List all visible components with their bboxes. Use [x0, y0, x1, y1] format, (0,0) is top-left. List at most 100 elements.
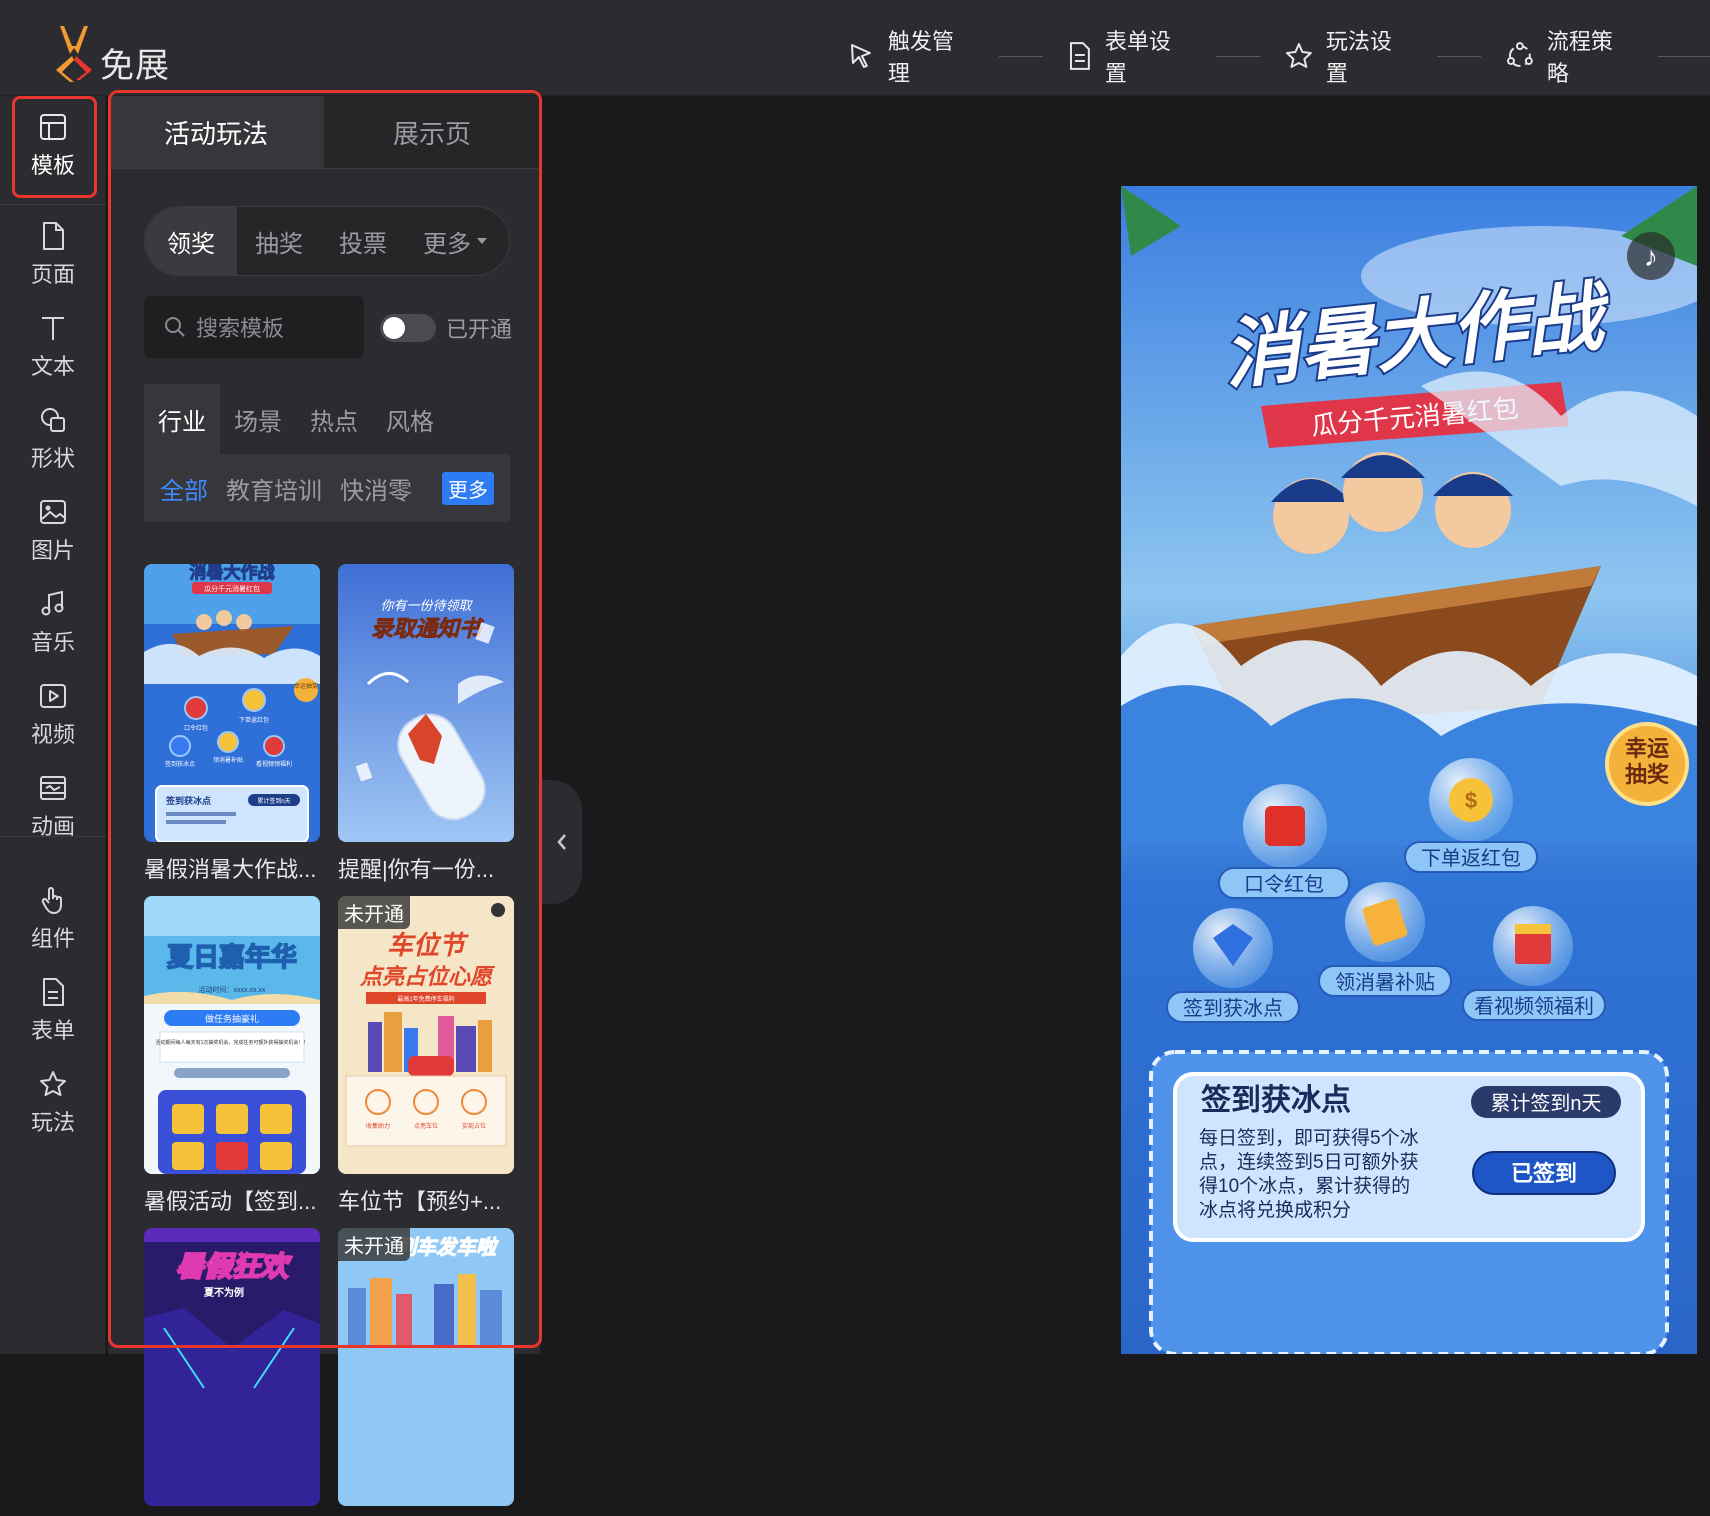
- rail-item-shape[interactable]: 形状: [0, 394, 106, 484]
- thumb-item: 领消暑补贴: [213, 756, 243, 764]
- thumb-item: 签到获冰点: [165, 760, 195, 768]
- video-icon: [40, 684, 66, 708]
- tab-scene[interactable]: 场景: [220, 384, 296, 454]
- step-form[interactable]: 表单设置: [1067, 24, 1192, 88]
- rail-label: 形状: [30, 446, 75, 471]
- toggle-label: 已开通: [446, 317, 513, 342]
- template-card[interactable]: 你有一份待领取 录取通知书 提醒|你有一份...: [338, 564, 514, 884]
- rail-item-gameplay[interactable]: 玩法: [0, 1058, 106, 1148]
- item-label: 领消暑补贴: [1335, 971, 1435, 994]
- tab-hot[interactable]: 热点: [296, 384, 372, 454]
- rail-label: 音乐: [30, 630, 75, 655]
- page-preview[interactable]: ♪ 消暑大作战 瓜分千元消暑红包 幸运抽奖 口令红包 $ 下单返红包 签到获冰点…: [1121, 186, 1697, 1354]
- thumb-step: 实现占位: [462, 1122, 486, 1130]
- rabbit-logo-icon: [56, 25, 92, 82]
- segment-lottery[interactable]: 抽奖: [237, 207, 321, 275]
- template-title: 暑假消暑大作战...: [144, 857, 317, 882]
- tab-activity[interactable]: 活动玩法: [108, 96, 324, 168]
- panel-tabs: 活动玩法 展示页: [108, 96, 540, 168]
- summer-carnival-thumbnail: 夏日嘉年华 活动时间：xxxx.xx.xx 做任务抽豪礼 活动期间每人每天有1次…: [144, 896, 320, 1174]
- rail-label: 图片: [30, 538, 75, 563]
- thumb-step: 点亮车位: [414, 1122, 438, 1130]
- step-label: 触发管理: [887, 29, 954, 86]
- item-label: 签到获冰点: [1183, 997, 1283, 1020]
- rail-item-music[interactable]: 音乐: [0, 578, 106, 668]
- thumb-step: 收集助力: [366, 1122, 390, 1130]
- segment-claim[interactable]: 领奖: [145, 207, 237, 275]
- thumb-card-badge: 累计签到n天: [257, 797, 290, 805]
- tab-industry[interactable]: 行业: [144, 384, 220, 454]
- subcategory-more-button[interactable]: 更多: [442, 472, 494, 505]
- rail-label: 文本: [30, 354, 75, 379]
- segment-more[interactable]: 更多: [405, 207, 505, 275]
- animation-icon: [40, 776, 66, 800]
- search-input[interactable]: 搜索模板: [144, 296, 364, 358]
- chevron-left-icon: [557, 834, 566, 850]
- thumb-ribbon: 最高1年免费停车福利: [397, 995, 454, 1003]
- active-rail-highlight: [12, 96, 97, 198]
- rail-label: 组件: [30, 926, 75, 951]
- thumb-item: 看视频领福利: [256, 760, 292, 768]
- form-icon: [43, 978, 64, 1006]
- subcategory-all[interactable]: 全部: [160, 471, 208, 506]
- thumb-desc: 活动期间每人每天有1次抽奖机会，完成任务可额外获得抽奖机会！！: [156, 1039, 309, 1046]
- rail-item-animation[interactable]: 动画: [0, 762, 106, 852]
- rail-item-form[interactable]: 表单: [0, 966, 106, 1056]
- thumb-subtitle: 夏不为例: [203, 1286, 244, 1299]
- subcategory-education[interactable]: 教育培训: [226, 471, 322, 506]
- admission-notice-thumbnail: 你有一份待领取 录取通知书: [338, 564, 514, 842]
- template-card[interactable]: 车位节 点亮占位心愿 最高1年免费停车福利 收集助力 点亮车位 实现占位 未开通…: [338, 896, 514, 1216]
- type-segment: 领奖 抽奖 投票 更多: [144, 206, 510, 276]
- step-trigger[interactable]: 触发管理: [846, 24, 975, 88]
- template-title: 暑假活动【签到...: [144, 1189, 317, 1214]
- music-icon: [41, 590, 64, 616]
- item-label: 看视频领福利: [1474, 995, 1594, 1018]
- template-card[interactable]: 暑假狂欢 夏不为例: [144, 1228, 320, 1516]
- rail-item-component[interactable]: 组件: [0, 874, 106, 964]
- checked-in-button[interactable]: 已签到: [1511, 1161, 1577, 1186]
- segment-vote[interactable]: 投票: [321, 207, 405, 275]
- tab-style[interactable]: 风格: [372, 384, 448, 454]
- rail-item-page[interactable]: 页面: [0, 210, 106, 300]
- step-strategy[interactable]: 流程策略: [1505, 24, 1634, 88]
- summer-battle-thumbnail: 消暑大作战 瓜分千元消暑红包 幸运抽奖 口令红包 下单返红包 签到获冰点 领消暑…: [144, 564, 320, 842]
- step-gameplay[interactable]: 玩法设置: [1284, 24, 1413, 88]
- step-label: 表单设置: [1104, 29, 1171, 86]
- cursor-click-icon: [850, 44, 871, 68]
- thumb-title: 夏日嘉年华: [167, 942, 297, 972]
- step-connector: [1437, 55, 1482, 57]
- template-thumbnail: 车位节 点亮占位心愿 最高1年免费停车福利 收集助力 点亮车位 实现占位 未开通: [338, 896, 514, 1174]
- rail-item-text[interactable]: 文本: [0, 302, 106, 392]
- parking-festival-thumbnail: 车位节 点亮占位心愿 最高1年免费停车福利 收集助力 点亮车位 实现占位: [338, 896, 514, 1174]
- thumb-subtitle: 瓜分千元消暑红包: [204, 584, 260, 593]
- collapse-panel-button[interactable]: [542, 780, 582, 904]
- thumb-item: 下单返红包: [239, 716, 269, 724]
- activated-toggle[interactable]: [380, 314, 436, 342]
- thumb-top: 你有一份待领取: [380, 598, 473, 613]
- rail-divider: [0, 836, 106, 837]
- rail-label: 表单: [30, 1018, 75, 1043]
- tab-display-page[interactable]: 展示页: [324, 96, 540, 168]
- page-icon: [43, 222, 64, 250]
- rail-item-video[interactable]: 视频: [0, 670, 106, 760]
- lucky-draw-label[interactable]: 幸运抽奖: [1625, 736, 1670, 787]
- item-label: 口令红包: [1244, 873, 1324, 896]
- rail-item-image[interactable]: 图片: [0, 486, 106, 576]
- subcategory-fmcg[interactable]: 快消零: [340, 471, 412, 506]
- template-card[interactable]: 列车发车啦 未开通: [338, 1228, 514, 1516]
- thumb-title: 消暑大作战: [190, 564, 275, 582]
- template-card[interactable]: 消暑大作战 瓜分千元消暑红包 幸运抽奖 口令红包 下单返红包 签到获冰点 领消暑…: [144, 564, 320, 884]
- flow-icon: [1507, 42, 1533, 67]
- template-thumbnail: 消暑大作战 瓜分千元消暑红包 幸运抽奖 口令红包 下单返红包 签到获冰点 领消暑…: [144, 564, 320, 842]
- segment-more-label: 更多: [423, 230, 471, 258]
- checkin-card-badge: 累计签到n天: [1490, 1092, 1601, 1115]
- rail-label: 页面: [30, 262, 75, 287]
- template-card[interactable]: 夏日嘉年华 活动时间：xxxx.xx.xx 做任务抽豪礼 活动期间每人每天有1次…: [144, 896, 320, 1216]
- step-connector: [999, 55, 1044, 57]
- toggle-knob: [383, 317, 405, 339]
- svg-text:♪: ♪: [1644, 241, 1658, 272]
- thumb-title: 暑假狂欢: [176, 1251, 292, 1282]
- thumb-lucky: 幸运抽奖: [294, 682, 318, 690]
- thumb-subtitle: 活动时间：xxxx.xx.xx: [199, 985, 266, 994]
- app-logo[interactable]: 免展: [52, 18, 170, 87]
